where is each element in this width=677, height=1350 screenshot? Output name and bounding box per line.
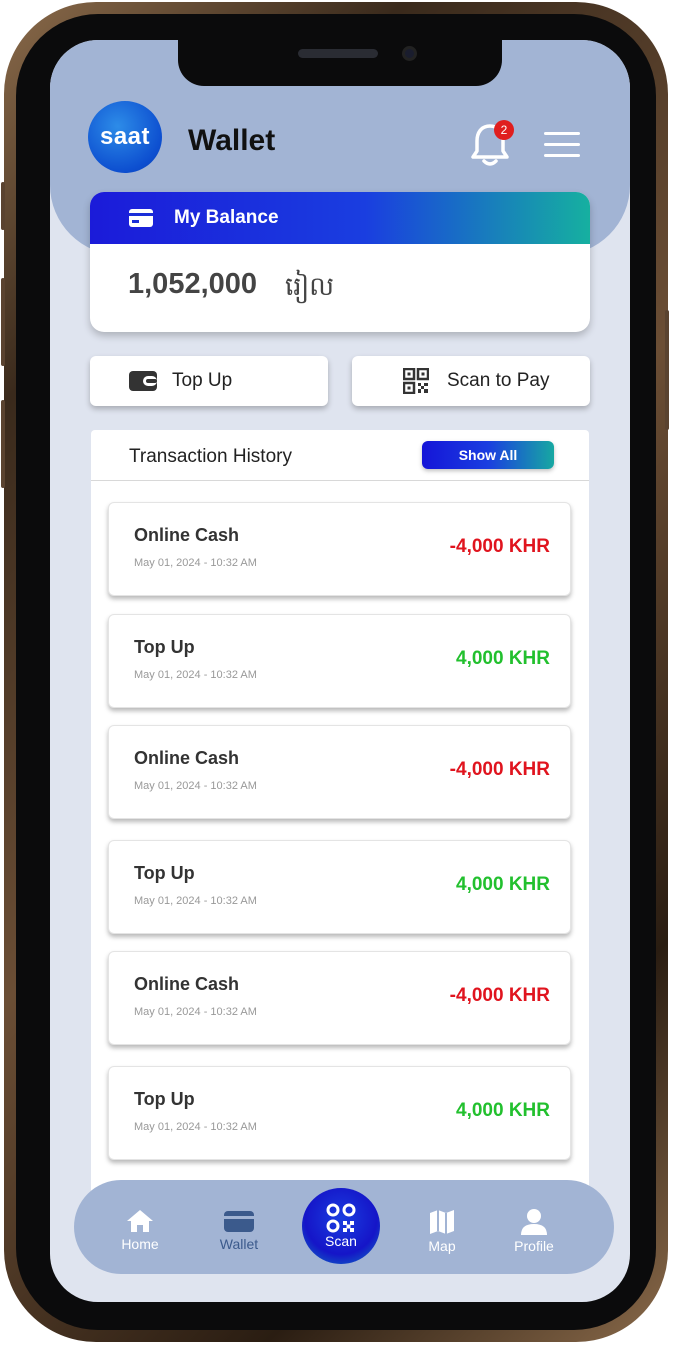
transaction-name: Top Up	[134, 863, 195, 883]
notification-badge: 2	[494, 120, 514, 140]
balance-label: My Balance	[174, 207, 279, 228]
balance-header: My Balance	[90, 192, 590, 244]
transaction-row[interactable]: Online Cash May 01, 2024 - 10:32 AM -4,0…	[108, 725, 571, 819]
wallet-icon	[224, 1211, 254, 1232]
transaction-amount: 4,000 KHR	[456, 1100, 550, 1121]
phone-screen: saat Wallet 2 My Balance 1,052,000 រៀល T…	[50, 40, 630, 1302]
show-all-button[interactable]: Show All	[422, 441, 554, 469]
front-camera	[402, 46, 417, 61]
credit-card-icon	[129, 209, 153, 227]
volume-down-button	[1, 400, 5, 488]
transaction-history-header: Transaction History Show All	[91, 430, 589, 481]
transaction-amount: -4,000 KHR	[449, 985, 550, 1006]
transaction-amount: -4,000 KHR	[449, 759, 550, 780]
wallet-icon	[129, 371, 157, 391]
transaction-date: May 01, 2024 - 10:32 AM	[134, 780, 257, 792]
speaker-grille	[298, 49, 378, 58]
home-icon	[127, 1210, 153, 1232]
qr-scan-icon	[326, 1203, 356, 1233]
top-up-label: Top Up	[172, 370, 233, 391]
transaction-date: May 01, 2024 - 10:32 AM	[134, 1006, 257, 1018]
map-icon	[430, 1210, 454, 1234]
transaction-name: Top Up	[134, 1089, 195, 1109]
nav-map[interactable]: Map	[407, 1208, 477, 1254]
nav-scan-label: Scan	[325, 1233, 357, 1249]
scan-to-pay-label: Scan to Pay	[447, 370, 550, 391]
nav-profile-label: Profile	[514, 1238, 554, 1254]
notch	[178, 40, 502, 86]
transaction-name: Online Cash	[134, 748, 240, 768]
transaction-date: May 01, 2024 - 10:32 AM	[134, 669, 257, 681]
nav-home-label: Home	[121, 1236, 159, 1252]
transaction-row[interactable]: Top Up May 01, 2024 - 10:32 AM 4,000 KHR	[108, 614, 571, 708]
transaction-history-title: Transaction History	[129, 446, 292, 467]
transaction-row[interactable]: Online Cash May 01, 2024 - 10:32 AM -4,0…	[108, 502, 571, 596]
balance-currency: រៀល	[285, 271, 335, 301]
transaction-name: Online Cash	[134, 974, 240, 994]
page-title: Wallet	[188, 124, 276, 157]
transaction-history-panel: Transaction History Show All Online Cash…	[91, 430, 589, 1250]
balance-card: My Balance 1,052,000 រៀល	[90, 192, 590, 332]
transaction-amount: -4,000 KHR	[449, 536, 550, 557]
nav-map-label: Map	[428, 1238, 456, 1254]
app-logo[interactable]: saat	[88, 101, 162, 173]
nav-wallet[interactable]: Wallet	[204, 1208, 274, 1252]
scan-to-pay-button[interactable]: Scan to Pay	[352, 356, 590, 406]
transaction-name: Online Cash	[134, 525, 240, 545]
top-up-button[interactable]: Top Up	[90, 356, 328, 406]
volume-up-button	[1, 278, 5, 366]
transaction-date: May 01, 2024 - 10:32 AM	[134, 1121, 257, 1133]
transaction-row[interactable]: Top Up May 01, 2024 - 10:32 AM 4,000 KHR	[108, 840, 571, 934]
balance-amount: 1,052,000	[128, 268, 258, 300]
transaction-date: May 01, 2024 - 10:32 AM	[134, 895, 257, 907]
bottom-navigation: Home Wallet Scan Map Profile	[74, 1180, 614, 1274]
nav-home[interactable]: Home	[105, 1208, 175, 1252]
transaction-row[interactable]: Top Up May 01, 2024 - 10:32 AM 4,000 KHR	[108, 1066, 571, 1160]
nav-profile[interactable]: Profile	[499, 1208, 569, 1254]
hamburger-menu-icon[interactable]	[544, 132, 580, 158]
user-icon	[521, 1209, 547, 1235]
power-button	[665, 310, 669, 430]
transaction-row[interactable]: Online Cash May 01, 2024 - 10:32 AM -4,0…	[108, 951, 571, 1045]
transaction-amount: 4,000 KHR	[456, 874, 550, 895]
transaction-name: Top Up	[134, 637, 195, 657]
qr-code-icon	[403, 368, 429, 394]
nav-scan-button[interactable]: Scan	[302, 1188, 380, 1264]
mute-switch	[1, 182, 5, 230]
transaction-date: May 01, 2024 - 10:32 AM	[134, 557, 257, 569]
nav-wallet-label: Wallet	[219, 1236, 259, 1252]
transaction-amount: 4,000 KHR	[456, 648, 550, 669]
